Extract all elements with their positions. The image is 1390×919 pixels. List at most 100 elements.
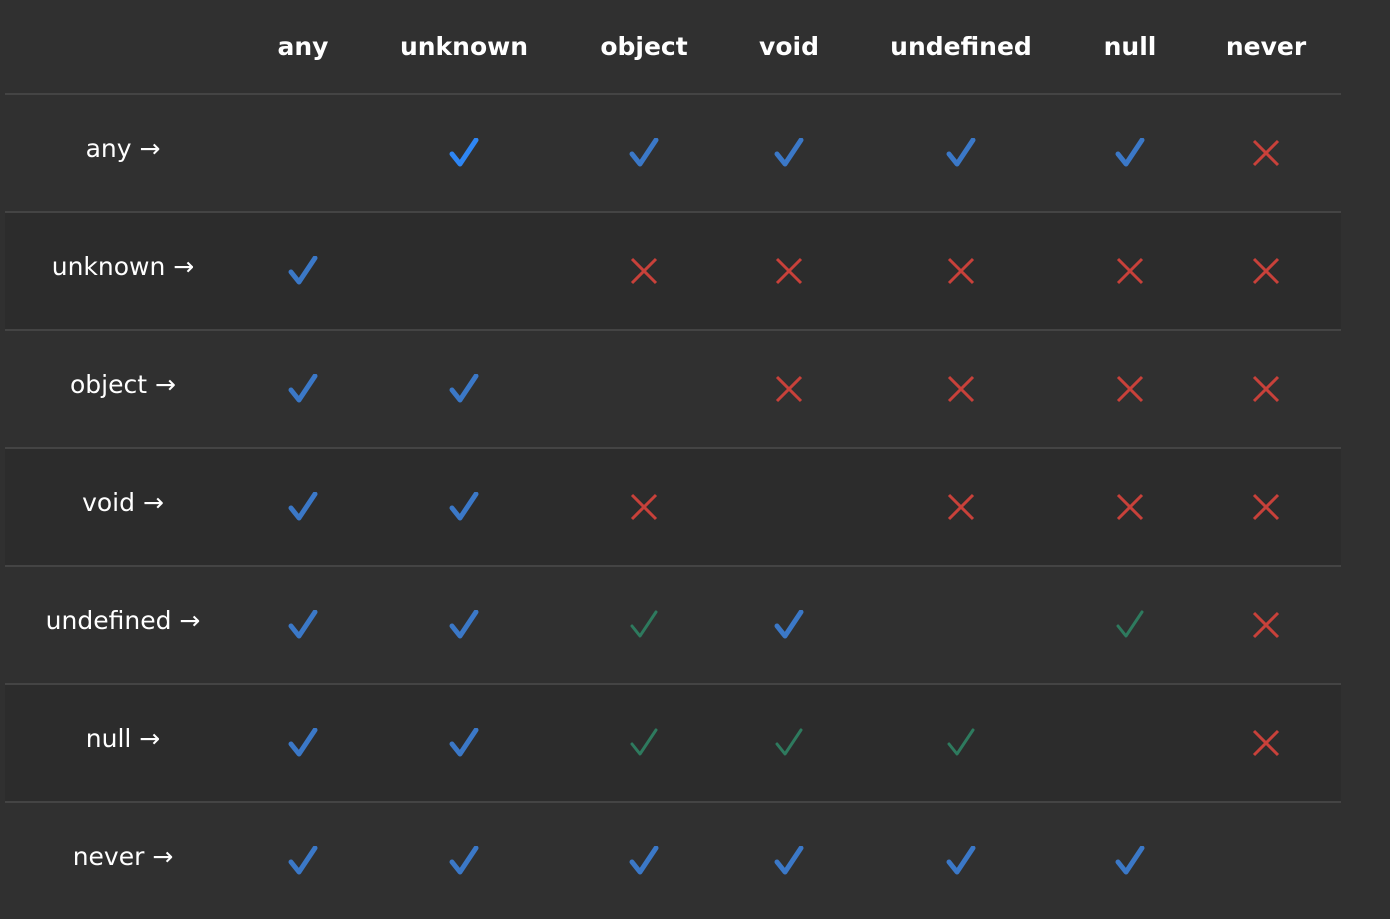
arrow-right-icon: →	[155, 369, 176, 399]
cell-null-to-null	[1069, 684, 1191, 803]
arrow-right-icon: →	[179, 605, 201, 635]
cross-icon	[1251, 139, 1281, 167]
column-header-any: any	[241, 0, 365, 95]
cell-undefined-to-void	[725, 566, 853, 685]
header-row: any unknown object void undefined null never	[5, 0, 1341, 95]
cell-object-to-any	[241, 330, 365, 449]
row-label-text: object	[70, 369, 148, 399]
cell-null-to-never	[1191, 684, 1341, 803]
check-green-icon	[946, 728, 976, 756]
cell-null-to-undefined	[853, 684, 1069, 803]
check-icon	[449, 138, 479, 167]
cell-undefined-to-object	[563, 566, 725, 685]
cell-unknown-to-any	[241, 212, 365, 331]
cell-never-to-void	[725, 802, 853, 919]
cell-void-to-object	[563, 448, 725, 567]
cell-never-to-object	[563, 802, 725, 919]
row-label-text: never	[72, 841, 145, 871]
cell-any-to-void	[725, 94, 853, 213]
table-row-unknown: unknown →	[5, 212, 1341, 331]
cell-never-to-never	[1191, 802, 1341, 919]
check-icon	[449, 492, 479, 521]
cross-icon	[774, 375, 804, 403]
check-icon	[288, 846, 318, 875]
check-icon	[288, 728, 318, 757]
cross-icon	[946, 257, 976, 285]
table-row-any: any →	[5, 94, 1341, 213]
arrow-right-icon: →	[152, 841, 174, 871]
arrow-right-icon: →	[139, 723, 161, 753]
row-label-text: any	[85, 133, 132, 163]
table-row-object: object →	[5, 330, 1341, 449]
cell-undefined-to-null	[1069, 566, 1191, 685]
cell-any-to-any	[241, 94, 365, 213]
arrow-right-icon: →	[139, 133, 161, 163]
check-icon	[449, 374, 479, 403]
row-label: void →	[5, 448, 241, 567]
cross-icon	[1115, 493, 1145, 521]
cell-unknown-to-object	[563, 212, 725, 331]
column-header-null: null	[1069, 0, 1191, 95]
check-icon	[1115, 138, 1145, 167]
cell-never-to-null	[1069, 802, 1191, 919]
cross-icon	[1251, 611, 1281, 639]
cell-unknown-to-unknown	[365, 212, 563, 331]
check-icon	[449, 846, 479, 875]
check-green-icon	[774, 728, 804, 756]
cell-object-to-object	[563, 330, 725, 449]
cell-void-to-null	[1069, 448, 1191, 567]
cell-null-to-any	[241, 684, 365, 803]
row-label: any →	[5, 94, 241, 213]
row-label: undefined →	[5, 566, 241, 685]
table-row-undefined: undefined →	[5, 566, 1341, 685]
cell-never-to-any	[241, 802, 365, 919]
cell-object-to-null	[1069, 330, 1191, 449]
check-icon	[449, 610, 479, 639]
row-label: object →	[5, 330, 241, 449]
check-icon	[774, 846, 804, 875]
cell-void-to-undefined	[853, 448, 1069, 567]
cell-any-to-null	[1069, 94, 1191, 213]
check-icon	[288, 374, 318, 403]
cross-icon	[1251, 257, 1281, 285]
row-label: never →	[5, 802, 241, 919]
row-label: unknown →	[5, 212, 241, 331]
check-icon	[288, 610, 318, 639]
check-icon	[288, 492, 318, 521]
check-icon	[1115, 846, 1145, 875]
cell-null-to-unknown	[365, 684, 563, 803]
row-label-text: undefined	[45, 605, 172, 635]
column-header-undefined: undefined	[853, 0, 1069, 95]
cell-object-to-undefined	[853, 330, 1069, 449]
arrow-right-icon: →	[173, 251, 195, 281]
column-header-never: never	[1191, 0, 1341, 95]
cell-undefined-to-any	[241, 566, 365, 685]
cell-null-to-object	[563, 684, 725, 803]
check-icon	[288, 256, 318, 285]
table-row-never: never →	[5, 802, 1341, 919]
check-green-icon	[629, 728, 659, 756]
cell-undefined-to-unknown	[365, 566, 563, 685]
check-icon	[449, 728, 479, 757]
cross-icon	[1251, 493, 1281, 521]
row-label-text: null	[85, 723, 132, 753]
cell-unknown-to-undefined	[853, 212, 1069, 331]
cell-unknown-to-null	[1069, 212, 1191, 331]
cross-icon	[946, 375, 976, 403]
cell-object-to-void	[725, 330, 853, 449]
row-label: null →	[5, 684, 241, 803]
cell-void-to-unknown	[365, 448, 563, 567]
table-row-void: void →	[5, 448, 1341, 567]
cell-undefined-to-never	[1191, 566, 1341, 685]
arrow-right-icon: →	[142, 487, 164, 517]
cell-unknown-to-void	[725, 212, 853, 331]
cross-icon	[629, 257, 659, 285]
row-label-text: unknown	[51, 251, 166, 281]
column-header-object: object	[563, 0, 725, 95]
cell-any-to-never	[1191, 94, 1341, 213]
cross-icon	[946, 493, 976, 521]
row-label-text: void	[82, 487, 135, 517]
cross-icon	[1115, 257, 1145, 285]
cell-undefined-to-undefined	[853, 566, 1069, 685]
cross-icon	[774, 257, 804, 285]
